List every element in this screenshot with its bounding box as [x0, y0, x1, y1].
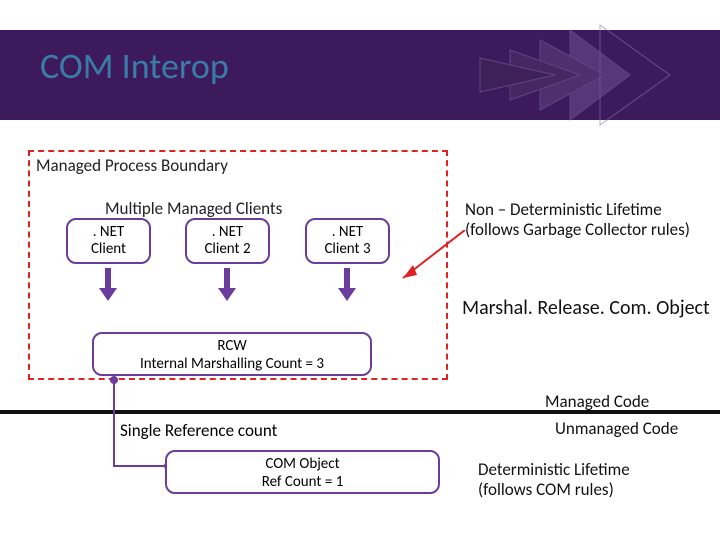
- client-label-line: . NET: [70, 224, 147, 241]
- com-object-box: COM Object Ref Count = 1: [165, 450, 440, 494]
- arrow-down-icon: [220, 268, 234, 303]
- decorative-triangles: [460, 20, 680, 130]
- marshal-release-label: Marshal. Release. Com. Object: [462, 296, 710, 320]
- red-arrow-icon: [395, 230, 470, 285]
- process-boundary-label: Managed Process Boundary: [36, 155, 228, 176]
- client-label-line: Client: [70, 241, 147, 258]
- com-title: COM Object: [167, 455, 438, 473]
- deterministic-note: Deterministic Lifetime (follows COM rule…: [478, 460, 708, 501]
- rcw-box: RCW Internal Marshalling Count = 3: [92, 332, 372, 376]
- client-label-line: Client 3: [309, 241, 386, 258]
- clients-group-label: Multiple Managed Clients: [105, 198, 282, 219]
- rcw-title: RCW: [94, 337, 370, 355]
- note-line: (follows Garbage Collector rules): [465, 220, 705, 240]
- non-deterministic-note: Non – Deterministic Lifetime (follows Ga…: [465, 200, 705, 241]
- arrow-down-icon: [101, 268, 115, 303]
- slide-title: COM Interop: [40, 44, 229, 88]
- client-label-line: Client 2: [189, 241, 266, 258]
- rcw-count: Internal Marshalling Count = 3: [94, 355, 370, 373]
- com-refcount: Ref Count = 1: [167, 473, 438, 491]
- arrow-down-icon: [340, 268, 354, 303]
- client-label-line: . NET: [189, 224, 266, 241]
- note-line: Non – Deterministic Lifetime: [465, 200, 705, 220]
- unmanaged-code-label: Unmanaged Code: [555, 418, 678, 439]
- managed-code-label: Managed Code: [545, 391, 649, 412]
- net-client-3: . NET Client 3: [305, 218, 390, 264]
- note-line: (follows COM rules): [478, 480, 708, 500]
- client-label-line: . NET: [309, 224, 386, 241]
- note-line: Deterministic Lifetime: [478, 460, 708, 480]
- net-client-2: . NET Client 2: [185, 218, 270, 264]
- net-client-1: . NET Client: [66, 218, 151, 264]
